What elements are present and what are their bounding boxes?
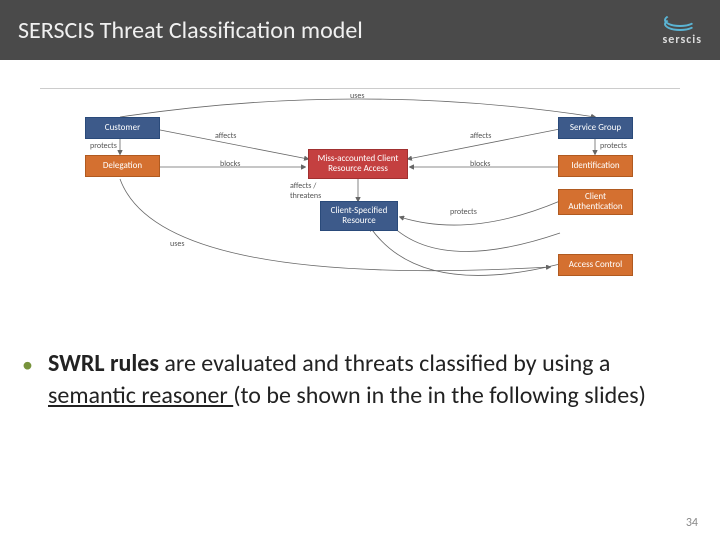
diagram-area: Customer Delegation Miss-accounted Clien…	[40, 88, 680, 308]
page-number: 34	[686, 516, 698, 530]
bullet-item: • SWRL rules are evaluated and threats c…	[22, 348, 690, 413]
box-threat: Miss-accounted Client Resource Access	[308, 149, 408, 179]
label-affects-threatens: affects / threatens	[290, 181, 340, 201]
label-uses-bottom: uses	[170, 239, 184, 249]
bullet-text: SWRL rules are evaluated and threats cla…	[22, 348, 690, 413]
label-blocks-left: blocks	[220, 159, 240, 169]
label-protects-3: protects	[450, 207, 477, 217]
logo-text: serscis	[663, 33, 703, 47]
label-uses-top: uses	[350, 91, 364, 101]
bullet-bold: SWRL rules	[48, 349, 159, 378]
slide-header: SERSCIS Threat Classification model sers…	[0, 0, 720, 60]
slide-title: SERSCIS Threat Classification model	[18, 16, 363, 45]
box-delegation: Delegation	[85, 155, 160, 177]
label-affects-right: affects	[470, 131, 491, 141]
bullet-dot-icon: •	[22, 350, 33, 380]
logo-mark-icon	[664, 13, 700, 31]
brand-logo: serscis	[663, 13, 703, 47]
box-resource: Client-Specified Resource	[320, 201, 398, 231]
box-identification: Identification	[558, 155, 633, 177]
bullet-underline: semantic reasoner	[48, 381, 233, 410]
label-affects-left: affects	[215, 131, 236, 141]
label-blocks-right: blocks	[470, 159, 490, 169]
box-access-control: Access Control	[558, 254, 633, 276]
bullet-span1: are evaluated and threats classified by …	[159, 349, 610, 378]
bullet-span2: (to be shown in the in the following sli…	[233, 381, 646, 410]
box-customer: Customer	[85, 117, 160, 139]
box-service-group: Service Group	[558, 117, 633, 139]
label-protects-left: protects	[90, 141, 117, 151]
box-client-auth: Client Authentication	[558, 189, 633, 215]
label-protects-right: protects	[600, 141, 627, 151]
